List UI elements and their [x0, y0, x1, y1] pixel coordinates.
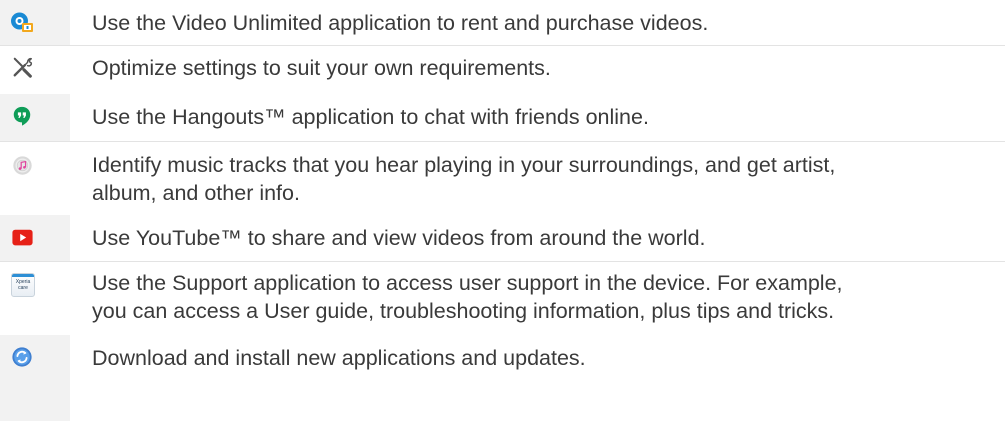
text-line: Use the Video Unlimited application to r…: [92, 11, 709, 35]
list-item[interactable]: Download and install new applications an…: [0, 335, 1005, 421]
icon-cell: [0, 215, 70, 261]
item-description: Use the Video Unlimited application to r…: [92, 9, 997, 37]
icon-cell: [0, 0, 70, 45]
hangouts-icon: [13, 106, 31, 126]
youtube-icon: [12, 229, 33, 246]
settings-tools-icon: [13, 57, 33, 78]
text-line: you can access a User guide, troubleshoo…: [92, 299, 835, 323]
text-line: Identify music tracks that you hear play…: [92, 153, 836, 177]
text-line: Use the Hangouts™ application to chat wi…: [92, 105, 649, 129]
list-item[interactable]: Xperia care Use the Support application …: [0, 261, 1005, 335]
list-item[interactable]: Use the Hangouts™ application to chat wi…: [0, 94, 1005, 142]
list-item[interactable]: Optimize settings to suit your own requi…: [0, 45, 1005, 94]
list-item[interactable]: Use the Video Unlimited application to r…: [0, 0, 1005, 46]
support-icon: Xperia care: [11, 273, 35, 297]
item-description: Use the Support application to access us…: [92, 269, 997, 325]
icon-cell: [0, 335, 70, 421]
text-line: album, and other info.: [92, 181, 300, 205]
list-item[interactable]: Identify music tracks that you hear play…: [0, 141, 1005, 215]
text-line: Use the Support application to access us…: [92, 271, 843, 295]
download-updates-icon: [12, 347, 32, 367]
item-description: Use YouTube™ to share and view videos fr…: [92, 224, 997, 252]
item-description: Use the Hangouts™ application to chat wi…: [92, 103, 997, 131]
item-description: Optimize settings to suit your own requi…: [92, 54, 997, 82]
support-icon-label: Xperia care: [15, 279, 31, 291]
list-item[interactable]: Use YouTube™ to share and view videos fr…: [0, 215, 1005, 262]
video-unlimited-icon: [11, 12, 33, 32]
icon-cell: [0, 94, 70, 141]
text-line: Use YouTube™ to share and view videos fr…: [92, 226, 706, 250]
text-line: Optimize settings to suit your own requi…: [92, 56, 551, 80]
item-description: Identify music tracks that you hear play…: [92, 151, 997, 207]
trackid-icon: [13, 156, 32, 175]
text-line: Download and install new applications an…: [92, 346, 586, 370]
item-description: Download and install new applications an…: [92, 344, 997, 372]
